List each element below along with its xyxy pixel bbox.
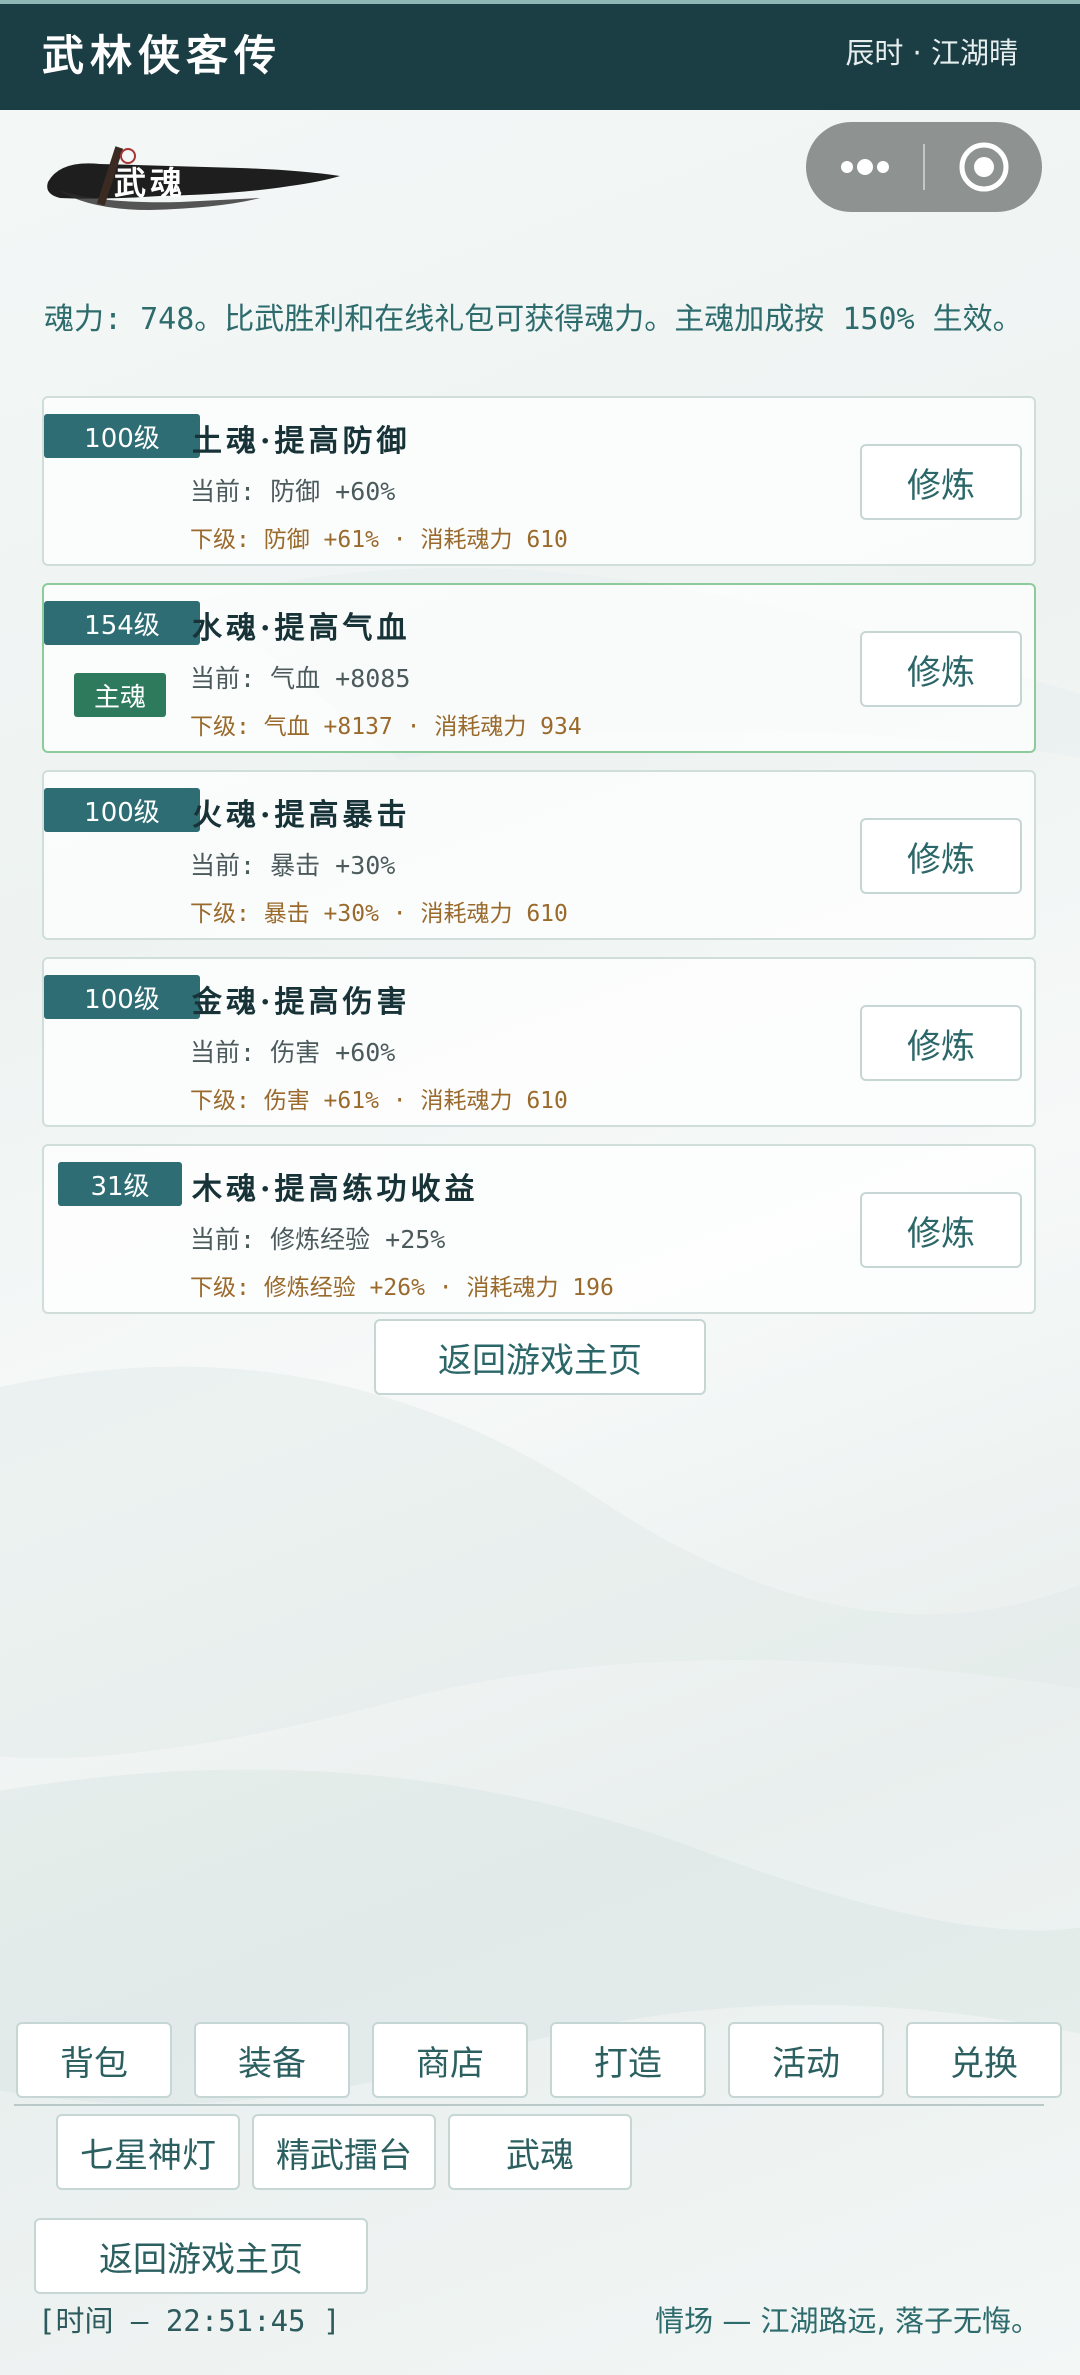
train-button[interactable]: 修炼 — [860, 818, 1022, 894]
bottom-return-home-button[interactable]: 返回游戏主页 — [34, 2218, 368, 2294]
soul-next: 下级: 修炼经验 +26% · 消耗魂力 196 — [190, 1275, 614, 1301]
time-weather: 辰时 · 江湖晴 — [845, 36, 1018, 70]
target-close-icon — [959, 142, 1008, 192]
nav-bag-button[interactable]: 背包 — [16, 2022, 172, 2098]
footer-time: [时间 — 22:51:45 ] — [38, 2304, 341, 2338]
train-button[interactable]: 修炼 — [860, 444, 1022, 520]
ink-brush-icon — [47, 146, 340, 210]
nav-forge-button[interactable]: 打造 — [550, 2022, 706, 2098]
soul-card: 100级 金魂·提高伤害 当前: 伤害 +60% 下级: 伤害 +61% · 消… — [42, 957, 1036, 1127]
soul-current: 当前: 伤害 +60% — [190, 1038, 396, 1067]
soul-name: 火魂·提高暴击 — [192, 798, 411, 833]
soul-current: 当前: 防御 +60% — [190, 477, 396, 506]
soul-name: 水魂·提高气血 — [192, 611, 411, 646]
app-title: 武林侠客传 — [42, 31, 283, 80]
level-tag: 154级 — [44, 601, 200, 645]
level-tag: 100级 — [44, 788, 200, 832]
soul-current: 当前: 气血 +8085 — [190, 664, 411, 693]
top-bar: 武林侠客传 辰时 · 江湖晴 — [0, 0, 1080, 110]
nav-activity-button[interactable]: 活动 — [728, 2022, 884, 2098]
soul-current: 当前: 暴击 +30% — [190, 851, 396, 880]
footer-quote: 情场 — 江湖路远, 落子无悔。 — [655, 2304, 1040, 2338]
nav-arena-button[interactable]: 精武擂台 — [252, 2114, 436, 2190]
section-title: 武魂 — [114, 164, 187, 202]
nav-shop-button[interactable]: 商店 — [372, 2022, 528, 2098]
primary-soul-badge: 主魂 — [74, 673, 166, 717]
nav-divider — [14, 2104, 1044, 2106]
soul-card: 100级 火魂·提高暴击 当前: 暴击 +30% 下级: 暴击 +30% · 消… — [42, 770, 1036, 940]
level-tag: 31级 — [58, 1162, 182, 1206]
nav-exchange-button[interactable]: 兑换 — [906, 2022, 1062, 2098]
more-dots-icon — [841, 159, 889, 175]
soul-card-primary: 154级 主魂 水魂·提高气血 当前: 气血 +8085 下级: 气血 +813… — [42, 583, 1036, 753]
level-tag: 100级 — [44, 975, 200, 1019]
train-button[interactable]: 修炼 — [860, 1192, 1022, 1268]
soul-next: 下级: 伤害 +61% · 消耗魂力 610 — [190, 1088, 568, 1114]
nav-seven-star-lamp-button[interactable]: 七星神灯 — [56, 2114, 240, 2190]
more-button[interactable] — [806, 122, 924, 212]
soul-next: 下级: 防御 +61% · 消耗魂力 610 — [190, 527, 568, 553]
soul-name: 土魂·提高防御 — [192, 424, 411, 459]
nav-warsoul-button[interactable]: 武魂 — [448, 2114, 632, 2190]
soul-next: 下级: 暴击 +30% · 消耗魂力 610 — [190, 901, 568, 927]
train-button[interactable]: 修炼 — [860, 1005, 1022, 1081]
soul-card: 100级 土魂·提高防御 当前: 防御 +60% 下级: 防御 +61% · 消… — [42, 396, 1036, 566]
soul-name: 木魂·提高练功收益 — [192, 1172, 479, 1207]
soul-card: 31级 木魂·提高练功收益 当前: 修炼经验 +25% 下级: 修炼经验 +26… — [42, 1144, 1036, 1314]
level-tag: 100级 — [44, 414, 200, 458]
soul-power-info: 魂力: 748。比武胜利和在线礼包可获得魂力。主魂加成按 150% 生效。 — [44, 302, 1023, 337]
soul-current: 当前: 修炼经验 +25% — [190, 1225, 446, 1254]
miniprogram-capsule — [806, 122, 1042, 212]
nav-equipment-button[interactable]: 装备 — [194, 2022, 350, 2098]
close-button[interactable] — [925, 122, 1042, 212]
soul-name: 金魂·提高伤害 — [192, 985, 411, 1020]
return-home-button[interactable]: 返回游戏主页 — [374, 1319, 706, 1395]
train-button[interactable]: 修炼 — [860, 631, 1022, 707]
soul-next: 下级: 气血 +8137 · 消耗魂力 934 — [190, 714, 582, 740]
